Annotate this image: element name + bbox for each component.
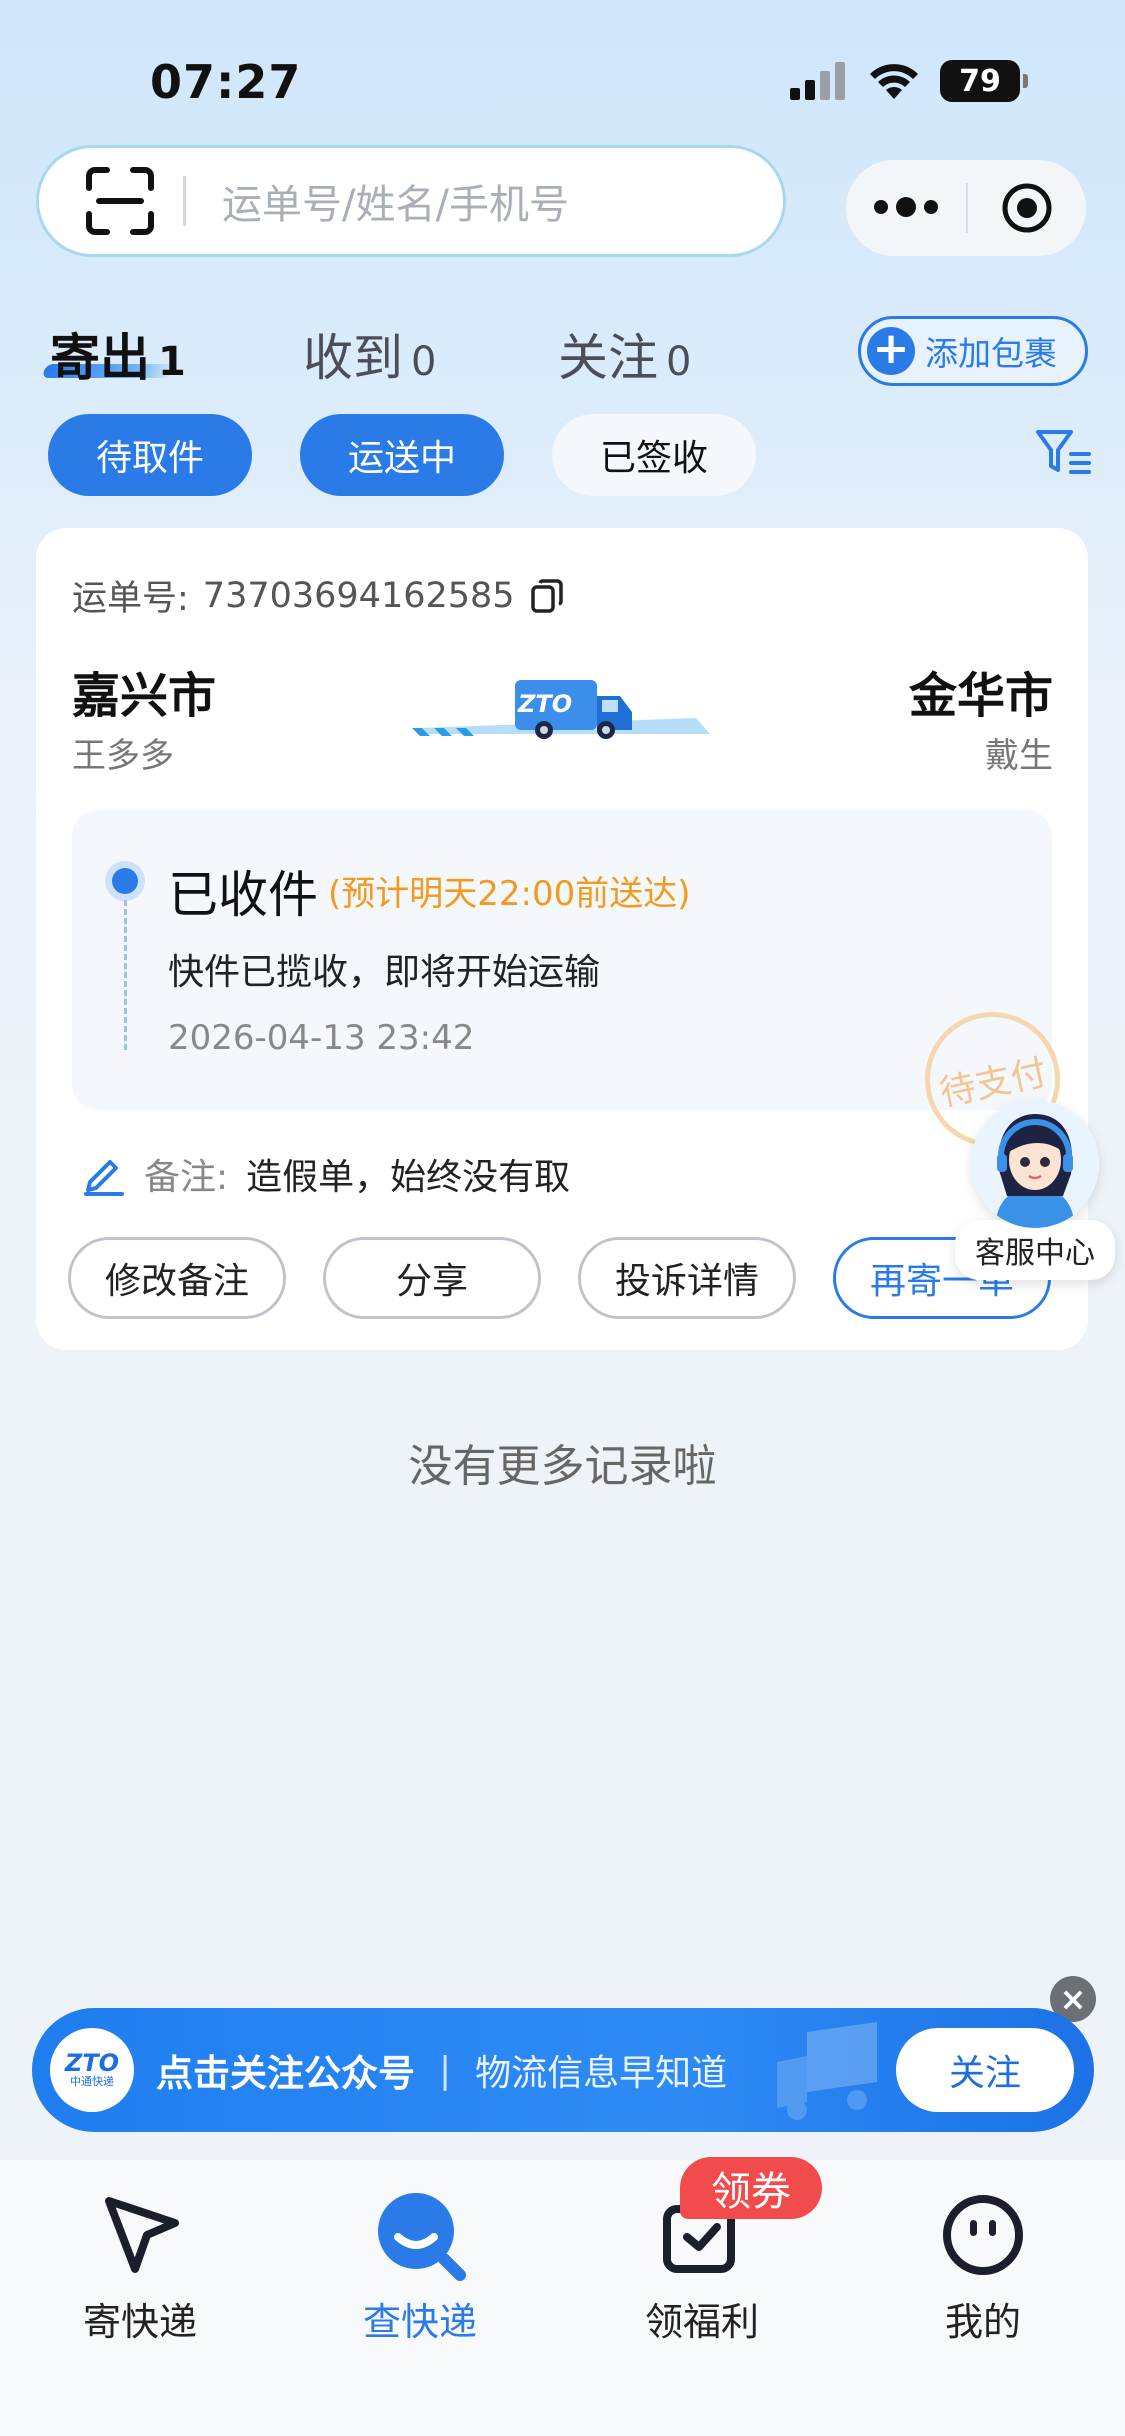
tabbar-track[interactable]: 查快递 [320, 2185, 520, 2346]
miniprogram-capsule [846, 160, 1086, 256]
customer-service-avatar [971, 1100, 1099, 1228]
share-button[interactable]: 分享 [323, 1237, 541, 1319]
banner-subtitle: 物流信息早知道 [475, 2053, 728, 2094]
filter-chip-signed[interactable]: 已签收 [552, 414, 756, 496]
timeline-dot [112, 868, 138, 894]
tab-label: 寄出 [50, 329, 150, 387]
banner-separator: | [439, 2049, 452, 2091]
search-placeholder: 运单号/姓名/手机号 [222, 182, 569, 228]
complaint-details-button[interactable]: 投诉详情 [578, 1237, 796, 1319]
tab-followed[interactable]: 关注 0 [558, 318, 691, 390]
truck-wheels [535, 721, 615, 739]
filter-chip-in-transit[interactable]: 运送中 [300, 414, 504, 496]
add-package-button[interactable]: + 添加包裹 [858, 316, 1088, 386]
destination-city: 金华市 [908, 668, 1053, 724]
customer-service-float[interactable]: 客服中心 [955, 1100, 1115, 1280]
tabbar-profile[interactable]: 我的 [883, 2185, 1083, 2346]
origin-city: 嘉兴市 [72, 668, 217, 724]
zto-logo-text: ZTO [64, 2049, 120, 2077]
zto-logo-subtext: 中通快递 [70, 2075, 114, 2088]
follow-button[interactable]: 关注 [896, 2028, 1074, 2112]
status-timestamp: 2026-04-13 23:42 [168, 1018, 475, 1058]
search-input[interactable]: 运单号/姓名/手机号 [36, 145, 786, 257]
waybill-row: 运单号: 73703694162585 [72, 570, 565, 621]
send-icon [40, 2185, 240, 2285]
close-miniprogram-icon[interactable] [968, 182, 1086, 234]
tab-count: 0 [411, 339, 437, 385]
truck-logo-text: ZTO [518, 690, 573, 718]
tab-sent[interactable]: 寄出 1 [50, 318, 186, 390]
filter-icon[interactable] [1035, 428, 1091, 478]
timeline-line [124, 900, 127, 1050]
remark-label: 备注: [144, 1157, 229, 1198]
status-eta: (预计明天22:00前送达) [328, 874, 691, 914]
tab-count: 0 [666, 339, 692, 385]
tabbar-send[interactable]: 寄快递 [40, 2185, 240, 2346]
battery-indicator: 79 [940, 60, 1028, 102]
status-icons: 79 [790, 60, 1028, 102]
follow-official-account-banner[interactable]: ZTO 中通快递 点击关注公众号 | 物流信息早知道 关注 [32, 2008, 1094, 2132]
customer-service-label: 客服中心 [955, 1220, 1115, 1280]
tab-label: 关注 [558, 329, 658, 387]
tabbar-track-label: 查快递 [362, 2300, 477, 2344]
remark-value: 造假单，始终没有取 [246, 1157, 571, 1198]
waybill-label: 运单号: [72, 579, 189, 619]
banner-title: 点击关注公众号 [156, 2052, 415, 2095]
tabbar-send-label: 寄快递 [82, 2300, 197, 2344]
edit-icon[interactable] [82, 1152, 126, 1196]
edit-remark-button[interactable]: 修改备注 [68, 1237, 286, 1319]
track-icon [320, 2185, 520, 2285]
status-description: 快件已揽收，即将开始运输 [168, 952, 601, 993]
waybill-number: 73703694162585 [202, 575, 515, 616]
remark-row: 备注: 造假单，始终没有取 [82, 1148, 570, 1200]
filter-chip-pending-pickup[interactable]: 待取件 [48, 414, 252, 496]
sender-name: 王多多 [72, 736, 174, 776]
more-icon[interactable] [846, 196, 966, 217]
plus-icon: + [867, 327, 915, 375]
status-title: 已收件 [168, 866, 318, 924]
status-time: 07:27 [150, 55, 302, 109]
add-package-label: 添加包裹 [925, 334, 1057, 373]
tabbar-benefits-label: 领福利 [644, 2300, 759, 2344]
profile-icon [883, 2185, 1083, 2285]
scan-icon[interactable] [85, 166, 155, 236]
search-divider [183, 176, 186, 226]
zto-logo: ZTO 中通快递 [50, 2028, 134, 2112]
copy-icon[interactable] [529, 578, 565, 614]
wifi-icon [870, 64, 918, 99]
coupon-badge[interactable]: 领券 [680, 2157, 822, 2219]
recipient-name: 戴生 [985, 736, 1053, 776]
tab-label: 收到 [303, 329, 403, 387]
banner-truck-icon [777, 2022, 877, 2120]
tab-received[interactable]: 收到 0 [303, 318, 436, 390]
tabbar-profile-label: 我的 [944, 2300, 1021, 2344]
tab-count: 1 [158, 339, 186, 385]
signal-icon [790, 62, 845, 100]
no-more-records: 没有更多记录啦 [408, 1441, 717, 1492]
